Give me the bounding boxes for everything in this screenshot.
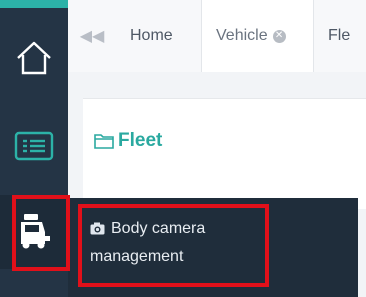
- sidebar-accent-bar: [0, 0, 68, 8]
- content-panel: [83, 98, 366, 209]
- app-window: ◀◀ Home Vehicle ✕ Fle Fleet Body camera …: [0, 0, 366, 297]
- double-chevron-left-icon: ◀◀: [79, 28, 105, 45]
- folder-icon: [94, 133, 114, 149]
- submenu-item-body-camera-management[interactable]: Body camera management: [72, 198, 272, 270]
- page-title-text: Fleet: [118, 130, 163, 151]
- vehicle-submenu: Body camera management: [68, 198, 358, 297]
- sidebar: [0, 0, 68, 297]
- submenu-item-label: Body camera management: [90, 220, 206, 265]
- vehicle-icon: [21, 214, 50, 249]
- sidebar-item-list[interactable]: [0, 118, 68, 174]
- tab-label: Vehicle: [216, 27, 268, 44]
- tab-label: Home: [130, 27, 173, 44]
- list-icon: [14, 131, 54, 161]
- close-icon[interactable]: ✕: [272, 29, 286, 43]
- sidebar-item-vehicle[interactable]: [0, 195, 68, 269]
- tab-vehicle[interactable]: Vehicle ✕: [202, 0, 314, 72]
- page-title: Fleet: [94, 130, 162, 152]
- camera-icon: [90, 218, 105, 244]
- tab-home[interactable]: Home: [116, 0, 202, 72]
- tab-fleet[interactable]: Fle: [314, 0, 366, 72]
- tab-bar: ◀◀ Home Vehicle ✕ Fle: [68, 0, 366, 73]
- sidebar-item-home[interactable]: [0, 30, 68, 86]
- home-icon: [17, 41, 51, 75]
- tab-label: Fle: [328, 27, 351, 44]
- tab-scroll-left-button[interactable]: ◀◀: [68, 0, 117, 72]
